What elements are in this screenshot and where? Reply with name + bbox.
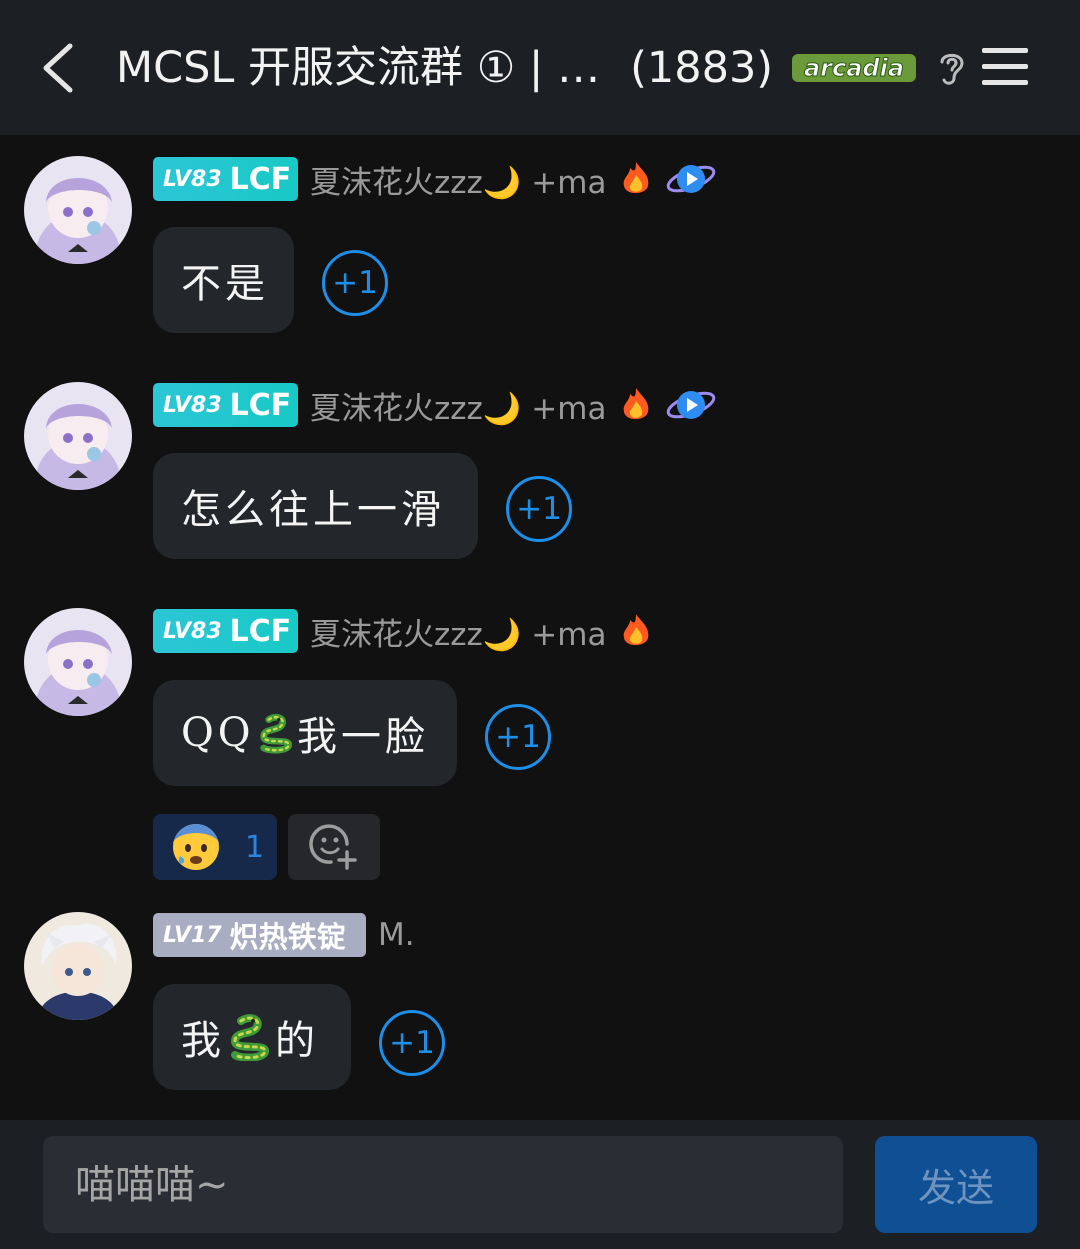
reaction-count: 1 (245, 829, 265, 865)
message-bubble[interactable]: 不是 (153, 227, 294, 333)
avatar[interactable] (24, 912, 132, 1020)
reaction-row: 1 (153, 814, 380, 880)
level-badge: LV17 炽热铁锭 (153, 913, 366, 957)
fire-icon (624, 162, 649, 194)
ear-icon[interactable] (934, 48, 970, 88)
plus-one-button[interactable]: +1 (322, 250, 388, 316)
avatar[interactable] (24, 608, 132, 716)
sender-name[interactable]: 夏沫花火zzz🌙 +ma (310, 383, 606, 428)
avatar[interactable] (24, 382, 132, 490)
snake-emoji-icon (259, 713, 292, 754)
sender-row: LV83 LCF 夏沫花火zzz🌙 +ma (153, 157, 716, 201)
svg-text:arcadia: arcadia (804, 54, 904, 82)
member-count: (1883) (630, 43, 774, 93)
message-bubble[interactable]: 我 的 (153, 984, 351, 1090)
anxious-face-emoji-icon (173, 824, 219, 870)
sender-row: LV83 LCF 夏沫花火zzz🌙 +ma (153, 609, 656, 653)
snake-emoji-icon (230, 1014, 270, 1061)
composer-bar: 发送 (0, 1120, 1080, 1249)
plus-one-button[interactable]: +1 (506, 476, 572, 542)
group-title[interactable]: MCSL 开服交流群 ① | … (1883) (116, 40, 773, 96)
level-badge: LV83 LCF (153, 157, 298, 201)
arcadia-logo: arcadia (792, 54, 916, 83)
fire-icon (624, 614, 649, 646)
planet-badge-icon (667, 391, 716, 419)
message-bubble[interactable]: 怎么往上一滑 (153, 453, 478, 559)
plus-one-button[interactable]: +1 (485, 704, 551, 770)
message-input[interactable] (43, 1136, 843, 1233)
sender-row: LV83 LCF 夏沫花火zzz🌙 +ma (153, 383, 716, 427)
menu-icon[interactable] (982, 46, 1028, 88)
level-badge: LV83 LCF (153, 609, 298, 653)
add-emoji-icon (309, 824, 357, 870)
avatar[interactable] (24, 156, 132, 264)
chat-header: MCSL 开服交流群 ① | … (1883) arcadia (0, 0, 1080, 135)
sender-row: LV17 炽热铁锭 M. (153, 913, 415, 957)
fire-icon (624, 388, 649, 420)
message-bubble[interactable]: QQ 我一脸 (153, 680, 457, 786)
sender-name[interactable]: 夏沫花火zzz🌙 +ma (310, 609, 606, 654)
sender-name[interactable]: 夏沫花火zzz🌙 +ma (310, 157, 606, 202)
level-badge: LV83 LCF (153, 383, 298, 427)
planet-badge-icon (667, 165, 716, 193)
group-name: MCSL 开服交流群 ① | … (116, 43, 601, 93)
reaction-chip[interactable]: 1 (153, 814, 277, 880)
plus-one-button[interactable]: +1 (379, 1010, 445, 1076)
back-arrow-icon[interactable] (38, 40, 78, 96)
add-reaction-button[interactable] (288, 814, 380, 880)
send-button[interactable]: 发送 (875, 1136, 1037, 1233)
sender-name[interactable]: M. (378, 917, 415, 953)
